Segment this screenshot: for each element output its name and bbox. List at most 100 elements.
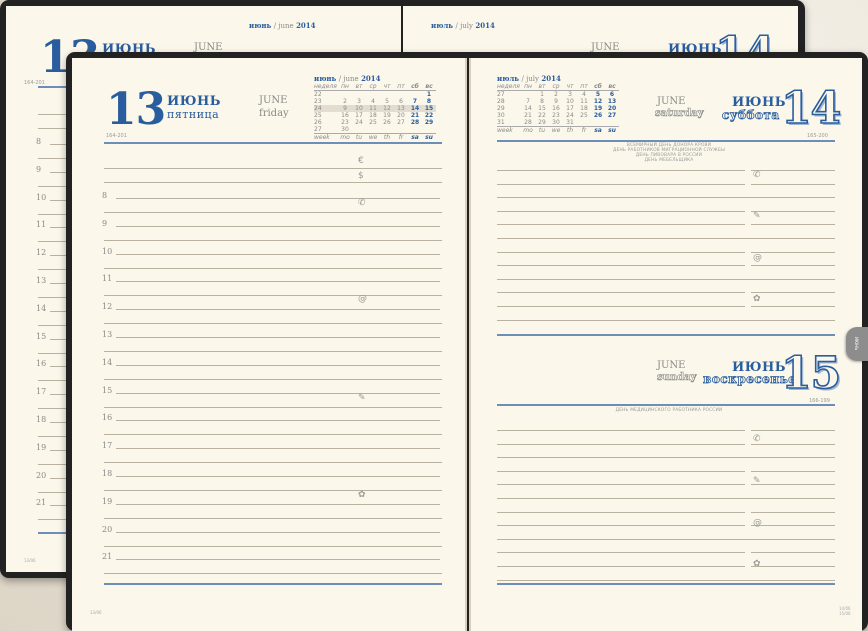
calendar-week-cell: неделя (497, 83, 521, 91)
half-hour-line (104, 517, 442, 519)
calendar-day-cell: сб (591, 83, 605, 91)
weekday-en: friday (259, 108, 289, 119)
half-hour-line (104, 378, 442, 380)
note-line-right (751, 265, 835, 267)
note-line-right (751, 484, 835, 486)
note-line (497, 170, 745, 171)
note-line (497, 430, 745, 431)
day-code: 164-201 (106, 133, 127, 139)
note-line (497, 443, 745, 445)
note-line-right (751, 292, 835, 294)
hour-line (116, 337, 440, 338)
calendar-day-cell: 23 (341, 119, 349, 126)
day14-header-rule (497, 140, 835, 142)
calendar-day-cell (605, 119, 619, 127)
calendar-title-july: июль / july 2014 (497, 74, 561, 83)
calendar-day-cell: sa (408, 133, 422, 141)
calendar-day-cell: mo (338, 133, 352, 141)
calendar-week-cell: неделя (314, 83, 338, 91)
calendar-day-cell (408, 126, 422, 134)
calendar-week-cell: 31 (497, 119, 505, 126)
calendar-day-cell: ср (549, 83, 563, 91)
note-line-right (751, 579, 835, 581)
footer-rule (104, 583, 442, 585)
header-rule (104, 142, 442, 144)
half-hour-line (104, 489, 442, 491)
calendar-day-cell (591, 119, 605, 127)
note-line (497, 566, 745, 567)
day14-footer-rule (497, 334, 835, 336)
calendar-row: 22 1 (314, 91, 436, 99)
hour-line (116, 503, 440, 505)
calendar-day-cell: sa (591, 126, 605, 134)
calendar-day-cell: 5 (385, 98, 389, 105)
calendar-row: 30 21 22 23 24 25 26 27 (497, 112, 619, 119)
hour-label: 21 (102, 552, 113, 562)
hour-label: 11 (102, 274, 113, 284)
calendar-day-cell: we (549, 126, 563, 134)
calendar-day-cell: su (422, 133, 436, 141)
day15-flower-icon: ✿ (753, 559, 761, 569)
day15-at-icon: @ (753, 518, 762, 528)
spine-shade-right (469, 58, 471, 631)
calendar-day-cell: 13 (607, 98, 617, 105)
month-ru: ИЮНЬ (167, 94, 222, 109)
note-line (497, 470, 745, 472)
note-line-right (751, 306, 835, 307)
calendar-week-cell: 28 (497, 98, 505, 105)
calendar-day-cell: 21 (410, 112, 420, 119)
calendar-day-cell: 6 (609, 91, 615, 98)
calendar-row: 27 30 (314, 126, 436, 134)
hour-line (116, 364, 440, 366)
hour-label: 20 (102, 524, 113, 534)
calendar-day-cell: 19 (383, 112, 391, 119)
calendar-day-cell: 26 (593, 112, 603, 119)
note-line (497, 265, 745, 267)
calendar-day-cell: fr (577, 126, 591, 134)
hour-line (116, 253, 440, 255)
calendar-day-cell: пн (521, 83, 535, 91)
calendar-day-cell (394, 91, 408, 99)
calendar-row: 28 7 8 9 10 11 12 13 (497, 98, 619, 105)
calendar-day-cell: 8 (540, 98, 544, 105)
note-line (497, 511, 745, 513)
calendar-day-cell: 25 (580, 112, 588, 119)
calendar-day-cell: 15 (422, 105, 436, 112)
hour-label: 13 (36, 276, 47, 285)
note-line-right (751, 430, 835, 431)
calendar-day-cell: 10 (566, 98, 574, 105)
calendar-row: 26 23 24 25 26 27 28 29 (314, 119, 436, 126)
day15-weekday-en: sunday (657, 372, 697, 384)
calendar-day-cell: 20 (397, 112, 405, 119)
day14-at-icon: @ (753, 253, 762, 263)
calendar-title: июнь / june 2014 (314, 74, 381, 83)
calendar-week-cell: 30 (497, 112, 505, 119)
month-index-tab[interactable]: ИЮНЬ (846, 327, 868, 361)
calendar-day-cell: 31 (566, 119, 574, 126)
day15-number: 15 (780, 348, 842, 399)
calendar-day-cell: 27 (397, 119, 405, 126)
calendar-day-cell: 5 (595, 91, 601, 98)
hour-label: 9 (102, 218, 108, 228)
calendar-day-cell: we (366, 133, 380, 141)
hour-label: 15 (36, 331, 47, 341)
calendar-day-cell: 22 (424, 112, 434, 119)
hour-line (116, 309, 440, 311)
hour-line (116, 448, 440, 450)
calendar-row: 24 9 10 11 12 13 14 15 (314, 105, 436, 112)
calendar-day-cell: 24 (355, 119, 363, 126)
calendar-day-cell: 1 (540, 91, 544, 98)
spine-shade (465, 58, 467, 631)
hour-line (116, 281, 440, 283)
calendar-day-cell: пт (394, 83, 408, 91)
day14-flower-icon: ✿ (753, 294, 761, 304)
note-line-right (751, 278, 835, 280)
calendar-day-cell: сб (408, 83, 422, 91)
half-hour-line (104, 545, 442, 547)
day14-weekday-en: saturday (655, 108, 704, 120)
calendar-day-cell: 14 (524, 105, 532, 112)
note-line (497, 525, 745, 527)
calendar-day-cell: 13 (394, 105, 408, 112)
note-line (497, 484, 745, 486)
note-line-right (751, 470, 835, 472)
